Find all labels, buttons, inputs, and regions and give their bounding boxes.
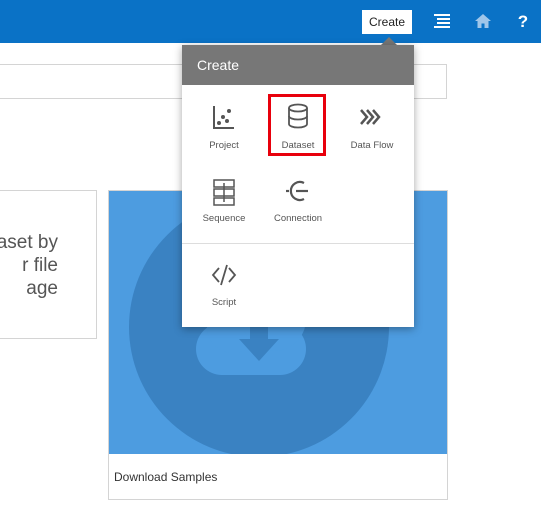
data-flow-icon [360, 109, 381, 125]
create-menu: Create Project Dataset Data Flow Sequenc… [182, 45, 414, 327]
download-samples-label: Download Samples [114, 470, 218, 484]
menu-item-data-flow[interactable]: Data Flow [338, 100, 406, 170]
menu-item-label: Connection [273, 213, 323, 224]
import-card-line: age [26, 278, 58, 299]
menu-item-project[interactable]: Project [190, 100, 258, 170]
menu-item-connection[interactable]: Connection [264, 175, 332, 245]
create-button[interactable]: Create [362, 10, 412, 34]
import-dataset-card[interactable]: ataset by r file age [0, 190, 97, 339]
menu-item-dataset[interactable]: Dataset [264, 100, 332, 170]
connection-icon [286, 180, 308, 202]
import-card-text: ataset by r file age [0, 231, 58, 300]
import-card-line: ataset by [0, 232, 58, 253]
menu-item-label: Script [211, 297, 237, 308]
sequence-icon [213, 179, 235, 206]
menu-caret [381, 37, 397, 45]
menu-divider [182, 243, 414, 244]
project-chart-icon [213, 106, 234, 129]
menu-item-label: Sequence [202, 213, 246, 224]
menu-item-label: Dataset [281, 140, 315, 151]
database-icon [288, 103, 308, 129]
menu-item-script[interactable]: Script [190, 259, 258, 329]
home-icon[interactable] [474, 12, 492, 30]
import-card-line: r file [22, 255, 58, 276]
menu-item-label: Project [209, 140, 239, 151]
script-code-icon [211, 264, 237, 286]
create-menu-header: Create [182, 45, 414, 85]
menu-item-label: Data Flow [350, 140, 394, 151]
help-icon[interactable]: ? [514, 10, 532, 34]
top-bar: Create ? [0, 0, 541, 43]
menu-item-sequence[interactable]: Sequence [190, 175, 258, 245]
list-menu-icon[interactable] [433, 12, 451, 30]
